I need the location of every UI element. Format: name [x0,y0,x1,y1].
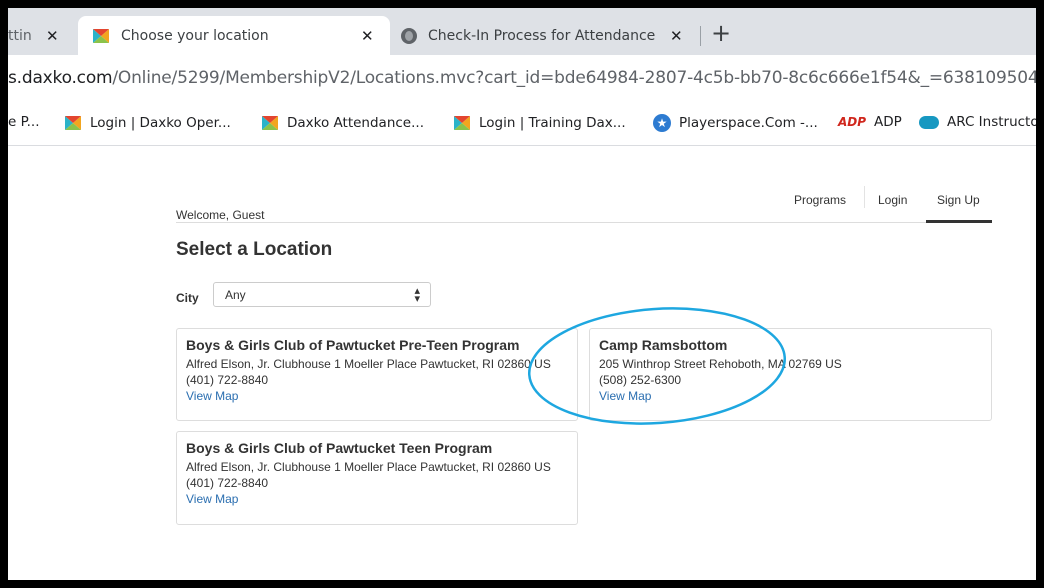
address-bar[interactable]: s.daxko.com/Online/5299/MembershipV2/Loc… [8,55,1036,103]
bookmark-item[interactable]: Login | Daxko Oper... [64,114,231,132]
tab-divider [700,26,701,46]
cloud-icon [919,115,939,129]
daxko-icon [453,114,471,132]
new-tab-button[interactable]: + [711,19,731,47]
bookmark-item[interactable]: ADP ADP [838,114,902,130]
url-host: s.daxko.com [8,68,113,88]
bookmark-item[interactable]: ★ Playerspace.Com -... [653,114,818,132]
url-text[interactable]: s.daxko.com/Online/5299/MembershipV2/Loc… [8,68,1036,88]
tab-title: Check-In Process for Attendance [428,27,656,44]
bookmark-item[interactable]: Login | Training Dax... [453,114,626,132]
tab-settings[interactable]: ttin ✕ [8,16,74,55]
tab-strip: ttin ✕ Choose your location ✕ Check-In P… [8,8,1036,55]
bookmark-label: Login | Daxko Oper... [90,115,231,131]
view-map-link[interactable]: View Map [186,491,568,507]
bookmark-item[interactable]: e P... [8,114,40,130]
tab-title: ttin [8,27,32,44]
bookmark-label: Login | Training Dax... [479,115,626,131]
bookmark-item[interactable]: Daxko Attendance... [261,114,424,132]
location-card[interactable]: Boys & Girls Club of Pawtucket Teen Prog… [176,431,578,525]
location-name: Boys & Girls Club of Pawtucket Pre-Teen … [186,337,520,353]
welcome-text: Welcome, Guest [176,208,265,222]
star-icon: ★ [653,114,671,132]
page-title: Select a Location [176,239,333,260]
daxko-icon [92,27,110,45]
tab-choose-location[interactable]: Choose your location ✕ [78,16,390,55]
nav-signup[interactable]: Sign Up [937,193,980,207]
select-arrows-icon: ▴ ▾ [414,285,420,305]
bookmark-label: e P... [8,114,40,130]
nav-programs[interactable]: Programs [794,193,846,207]
url-path: /Online/5299/MembershipV2/Locations.mvc?… [112,68,1036,88]
close-icon[interactable]: ✕ [670,27,683,45]
active-nav-underline [926,220,992,223]
bookmark-label: Playerspace.Com -... [679,115,818,131]
close-icon[interactable]: ✕ [361,27,374,45]
location-address: Alfred Elson, Jr. Clubhouse 1 Moeller Pl… [186,357,551,371]
location-card[interactable]: Boys & Girls Club of Pawtucket Pre-Teen … [176,328,578,421]
city-select-value: Any [225,288,246,302]
daxko-icon [261,114,279,132]
view-map-link[interactable]: View Map [186,388,568,404]
location-name: Boys & Girls Club of Pawtucket Teen Prog… [186,440,493,456]
bookmark-label: ARC Instructor [947,114,1036,130]
nav-login[interactable]: Login [878,193,907,207]
location-address: Alfred Elson, Jr. Clubhouse 1 Moeller Pl… [186,460,551,474]
nav-divider [864,186,865,208]
bookmark-label: Daxko Attendance... [287,115,424,131]
bookmarks-bar: e P... Login | Daxko Oper... Daxko Atten… [8,103,1036,146]
close-icon[interactable]: ✕ [46,27,59,45]
city-label: City [176,291,199,305]
bookmark-item[interactable]: ARC Instructor [919,114,1036,130]
bookmark-label: ADP [874,114,902,130]
annotation-ellipse [527,307,787,425]
city-select[interactable]: Any ▴ ▾ [213,282,431,307]
browser-window: ttin ✕ Choose your location ✕ Check-In P… [8,8,1036,580]
adp-logo-icon: ADP [838,115,867,129]
header-divider [176,222,992,223]
daxko-icon [64,114,82,132]
location-phone: (401) 722-8840 [186,373,269,387]
globe-icon [401,27,417,44]
tab-check-in[interactable]: Check-In Process for Attendance ✕ [390,16,700,55]
tab-title: Choose your location [121,27,269,44]
location-phone: (401) 722-8840 [186,476,269,490]
